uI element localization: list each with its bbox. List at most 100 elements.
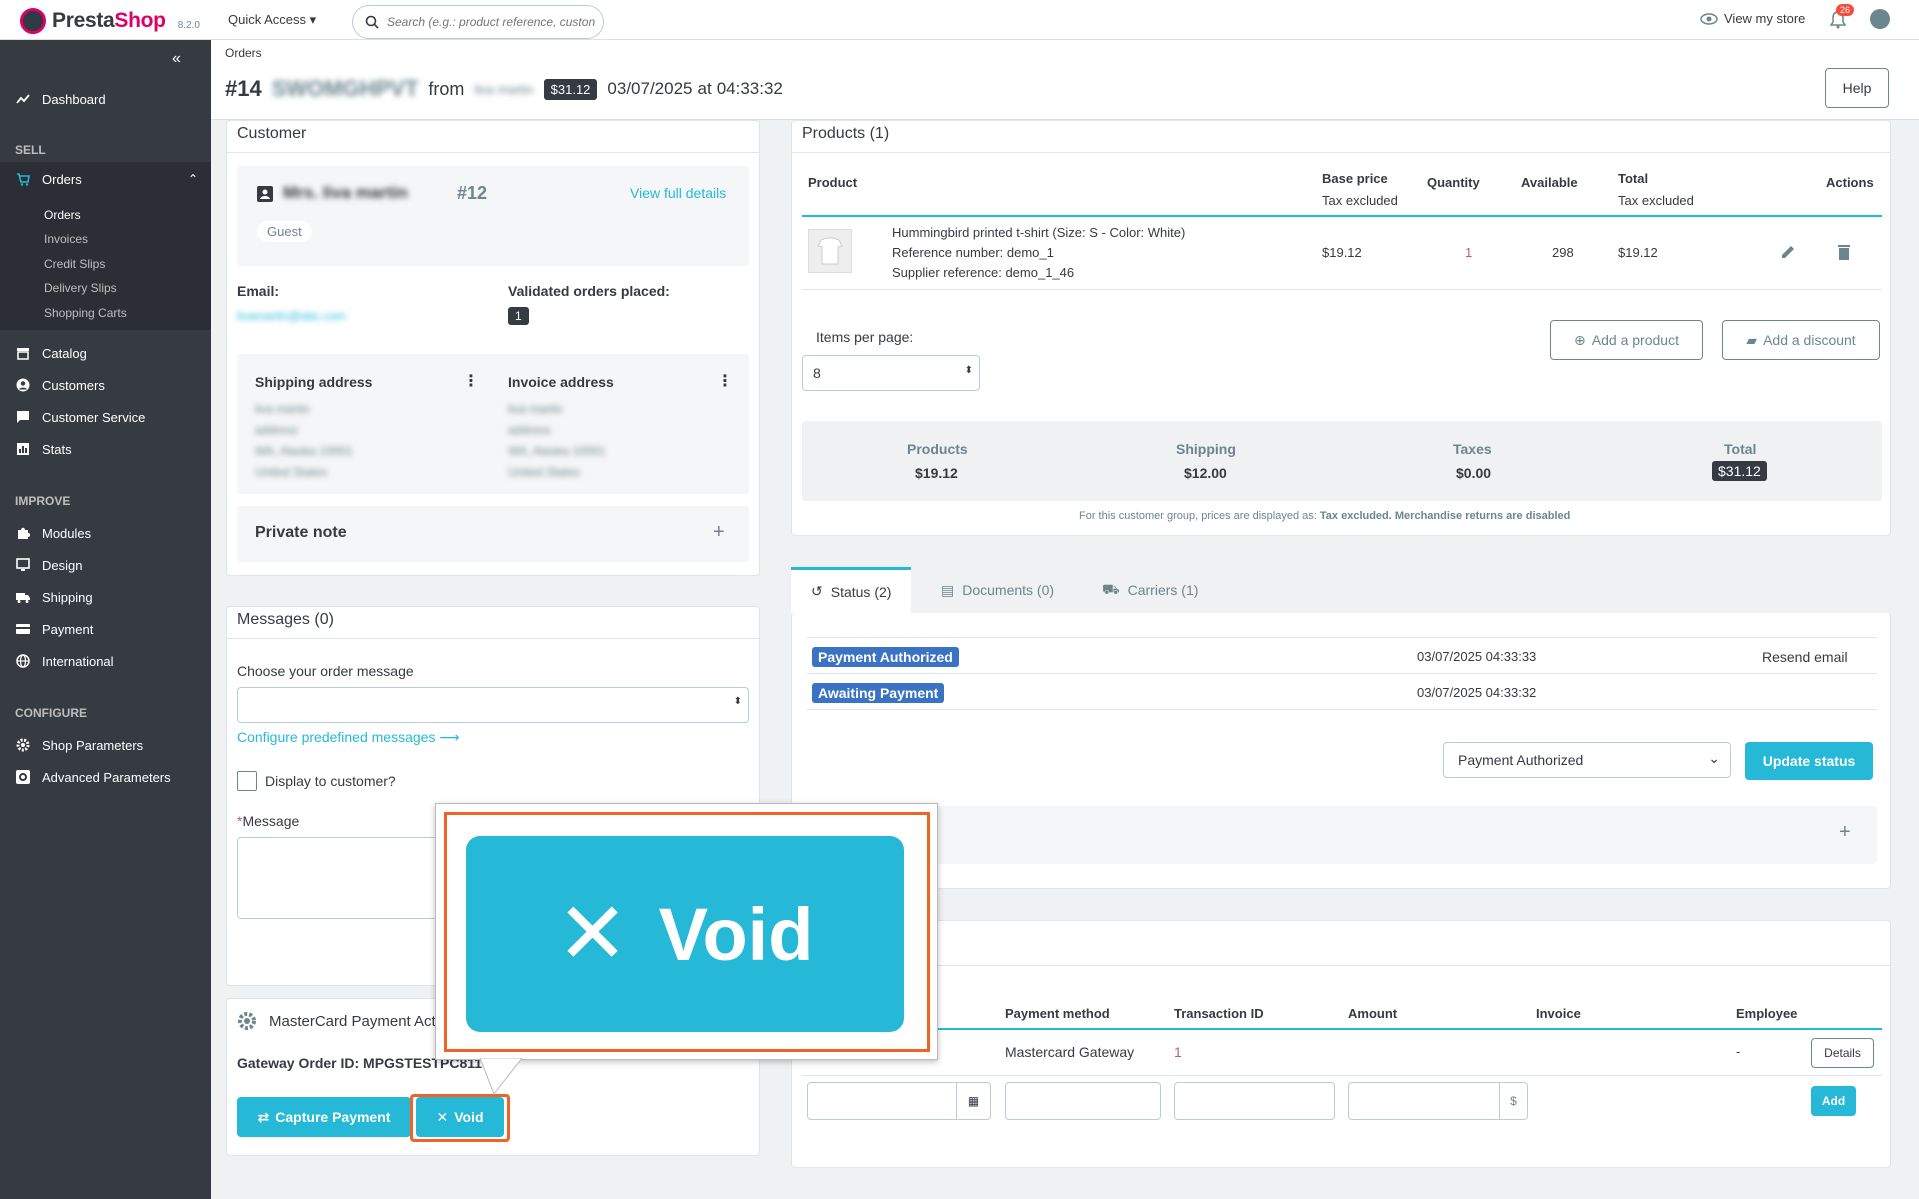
tab-carriers[interactable]: ⛟ Carriers (1) — [1082, 567, 1218, 613]
product-reference: Reference number: demo_1 — [892, 245, 1054, 260]
tab-status[interactable]: ↺ Status (2) — [791, 567, 912, 613]
email-value[interactable]: livamartin@abc.com — [237, 309, 346, 323]
order-reference: SWOMGHPVT — [271, 76, 419, 101]
configure-messages-link[interactable]: Configure predefined messages ⟶ — [237, 729, 459, 746]
sidebar-item-customers[interactable]: Customers — [0, 370, 211, 400]
resend-email-link[interactable]: Resend email — [1762, 649, 1848, 665]
sidebar: « Dashboard SELL Orders ⌃ Orders Invoice… — [0, 40, 211, 1199]
sidebar-item-shipping[interactable]: Shipping — [0, 582, 211, 612]
sidebar-item-label: Advanced Parameters — [42, 769, 171, 785]
sidebar-item-label: Design — [42, 557, 83, 573]
product-name-link[interactable]: Hummingbird printed t-shirt (Size: S - C… — [892, 225, 1185, 240]
view-full-details-link[interactable]: View full details — [630, 185, 726, 201]
edit-pencil-icon[interactable] — [1779, 243, 1797, 264]
sidebar-item-international[interactable]: International — [0, 646, 211, 676]
tab-documents[interactable]: ▤ Documents (0) — [921, 567, 1074, 613]
summary-shipping-label: Shipping — [1176, 441, 1236, 457]
page-header: Orders #14 SWOMGHPVT from liva martin $3… — [211, 40, 1919, 120]
quick-access-menu[interactable]: Quick Access ▾ — [228, 12, 316, 28]
submenu-shopping-carts[interactable]: Shopping Carts — [44, 306, 127, 320]
shipping-address-menu-icon[interactable]: ⋮ — [463, 371, 479, 391]
product-available: 298 — [1552, 245, 1574, 260]
bar-chart-icon — [17, 443, 29, 455]
customer-id: #12 — [457, 183, 488, 203]
delete-trash-icon[interactable] — [1837, 243, 1851, 264]
submenu-credit-slips[interactable]: Credit Slips — [44, 257, 105, 271]
invoice-address-menu-icon[interactable]: ⋮ — [717, 371, 733, 391]
submenu-orders[interactable]: Orders — [44, 208, 81, 222]
amount-input[interactable]: $ — [1348, 1082, 1528, 1120]
history-divider — [807, 637, 1877, 638]
order-message-select[interactable]: ⬍ — [237, 687, 749, 723]
payment-method-input[interactable] — [1005, 1082, 1161, 1120]
account-icon[interactable] — [1870, 9, 1890, 29]
history-icon: ↺ — [811, 583, 823, 599]
eye-icon — [1700, 12, 1718, 25]
transaction-id-input[interactable] — [1174, 1082, 1335, 1120]
view-store-link[interactable]: View my store — [1700, 11, 1805, 26]
capture-payment-button[interactable]: ⇄ Capture Payment — [237, 1097, 411, 1137]
submenu-delivery-slips[interactable]: Delivery Slips — [44, 281, 117, 295]
sidebar-item-dashboard[interactable]: Dashboard — [0, 84, 211, 114]
sidebar-item-customer-service[interactable]: Customer Service — [0, 402, 211, 432]
add-discount-button[interactable]: ▰ Add a discount — [1722, 320, 1880, 360]
add-product-button[interactable]: ⊕ Add a product — [1550, 320, 1703, 360]
status-select-value: Payment Authorized — [1458, 752, 1584, 768]
logo-text: PrestaShop — [52, 9, 166, 32]
sidebar-item-label: Modules — [42, 525, 92, 541]
sidebar-item-modules[interactable]: Modules — [0, 518, 211, 548]
sidebar-item-payment[interactable]: Payment — [0, 614, 211, 644]
status-badge: Awaiting Payment — [812, 683, 945, 703]
puzzle-icon — [18, 527, 30, 539]
sidebar-item-stats[interactable]: Stats — [0, 434, 211, 464]
submenu-invoices[interactable]: Invoices — [44, 232, 88, 246]
sidebar-item-design[interactable]: Design — [0, 550, 211, 580]
customer-card-title: Customer — [227, 121, 759, 153]
search-box[interactable] — [352, 5, 604, 39]
sidebar-item-advanced-parameters[interactable]: Advanced Parameters — [0, 762, 211, 792]
items-per-page-value: 8 — [813, 365, 821, 381]
product-total: $19.12 — [1618, 245, 1658, 260]
tab-documents-label: Documents (0) — [962, 582, 1055, 598]
items-per-page-select[interactable]: 8 ⬍ — [802, 355, 980, 391]
gear-icon — [16, 738, 30, 752]
sidebar-item-catalog[interactable]: Catalog — [0, 338, 211, 368]
products-card-title: Products (1) — [792, 121, 1890, 153]
expand-plus-icon[interactable]: + — [1839, 821, 1851, 844]
sidebar-item-shop-parameters[interactable]: Shop Parameters — [0, 730, 211, 760]
update-status-button[interactable]: Update status — [1745, 742, 1873, 780]
breadcrumb[interactable]: Orders — [225, 46, 262, 60]
add-payment-button[interactable]: Add — [1811, 1086, 1856, 1116]
sidebar-item-orders[interactable]: Orders ⌃ — [0, 162, 211, 196]
top-bar: PrestaShop 8.2.0 Quick Access ▾ View my … — [0, 0, 1919, 40]
trending-icon — [16, 94, 30, 104]
logo[interactable]: PrestaShop 8.2.0 — [20, 8, 200, 34]
collapse-sidebar-icon[interactable]: « — [172, 50, 181, 68]
mastercard-title: MasterCard Payment Act — [269, 1013, 436, 1030]
select-arrows-icon: ⬍ — [733, 696, 742, 707]
gear-icon — [237, 1011, 257, 1031]
search-input[interactable] — [387, 15, 597, 29]
expand-plus-icon[interactable]: + — [713, 521, 725, 544]
status-select[interactable]: Payment Authorized ⌄ — [1443, 742, 1731, 778]
tab-carriers-label: Carriers (1) — [1127, 582, 1199, 598]
customer-name: Mrs. liva martin — [283, 183, 408, 202]
help-button[interactable]: Help — [1825, 68, 1889, 108]
display-to-customer-checkbox[interactable] — [237, 771, 257, 791]
payments-header-line — [802, 1028, 1882, 1030]
payment-date-input[interactable]: ▦ — [807, 1082, 991, 1120]
at-label: at — [697, 79, 712, 98]
calendar-icon[interactable]: ▦ — [956, 1083, 990, 1119]
exchange-icon: ⇄ — [257, 1108, 270, 1125]
void-button-zoomed[interactable]: ✕ Void — [466, 836, 904, 1032]
currency-addon: $ — [1499, 1083, 1527, 1119]
message-label: *Message — [237, 813, 300, 829]
col-product: Product — [808, 175, 858, 190]
details-button[interactable]: Details — [1811, 1038, 1874, 1068]
note-expander-box[interactable] — [807, 806, 1877, 864]
truck-icon: ⛟ — [1102, 580, 1120, 597]
sidebar-item-label: Payment — [42, 621, 94, 637]
choose-message-label: Choose your order message — [237, 663, 414, 679]
summary-products-value: $19.12 — [915, 465, 958, 481]
chevron-up-icon: ⌃ — [188, 172, 199, 186]
